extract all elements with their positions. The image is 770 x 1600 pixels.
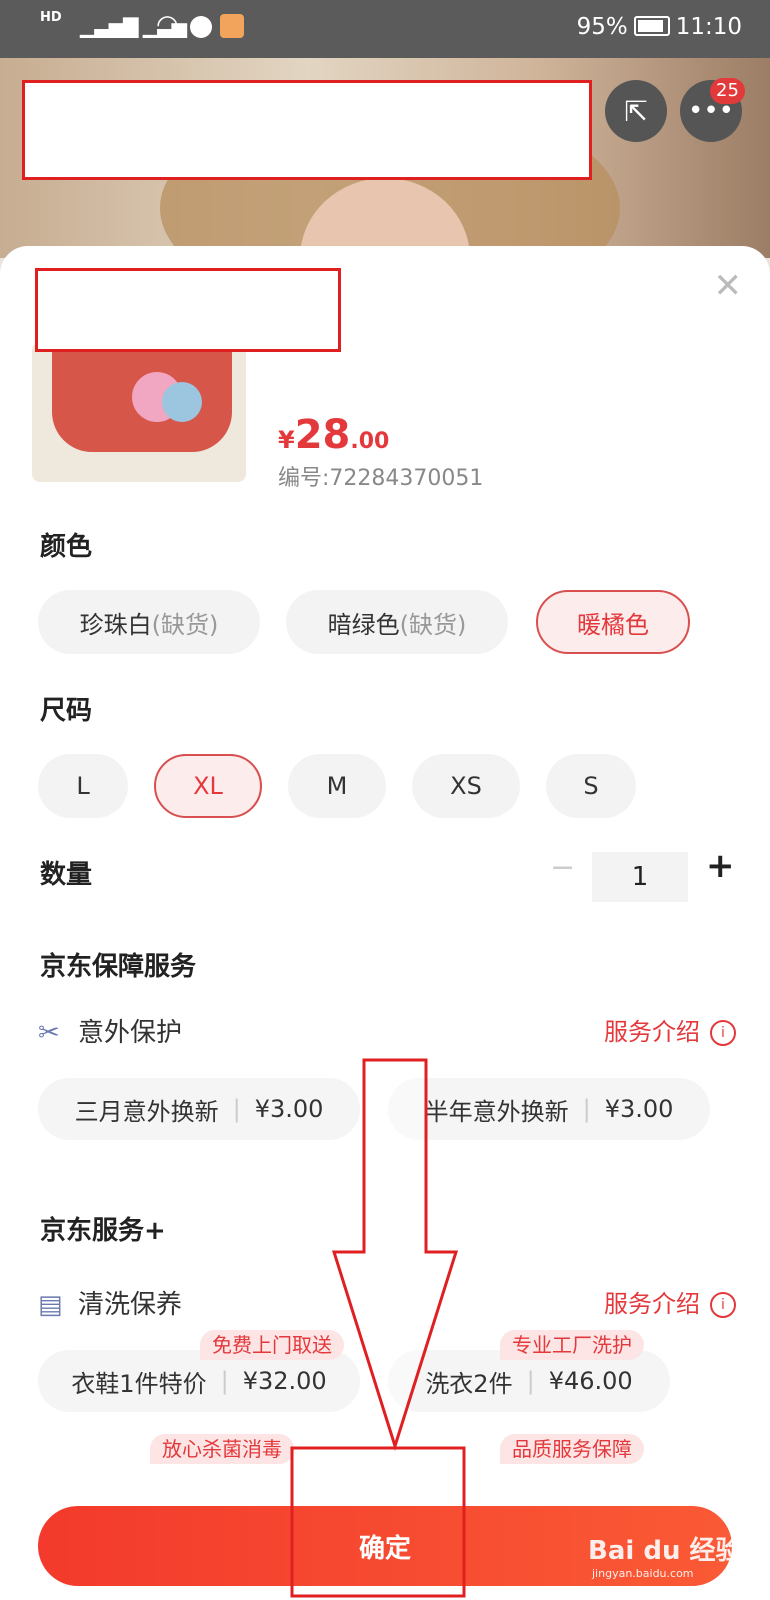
size-option-s[interactable]: S bbox=[546, 754, 636, 818]
clipboard-icon: ▤ bbox=[38, 1290, 63, 1320]
accident-protection-row: ✂ 意外保护 bbox=[38, 1018, 183, 1048]
jd-guarantee-title: 京东保障服务 bbox=[40, 952, 197, 982]
message-badge: 25 bbox=[710, 78, 745, 104]
guarantee-intro-link[interactable]: 服务介绍 i bbox=[604, 1012, 736, 1047]
share-icon: ⇱ bbox=[624, 94, 648, 128]
share-button[interactable]: ⇱ bbox=[605, 80, 667, 142]
tools-icon: ✂ bbox=[38, 1018, 60, 1048]
battery-percent: 95% bbox=[576, 14, 628, 40]
size-option-l[interactable]: L bbox=[38, 754, 128, 818]
redacted-title-area bbox=[35, 268, 341, 352]
guarantee-option-halfyear[interactable]: 半年意外换新 | ¥3.00 bbox=[388, 1078, 710, 1140]
app-notification-icon-2 bbox=[220, 14, 244, 38]
app-notification-icon bbox=[190, 16, 212, 38]
promo-tag: 专业工厂洗护 bbox=[500, 1330, 644, 1360]
info-icon: i bbox=[710, 1020, 736, 1046]
color-option-dark-green[interactable]: 暗绿色 (缺货) bbox=[286, 590, 508, 654]
size-option-xs[interactable]: XS bbox=[412, 754, 520, 818]
service-plus-intro-link[interactable]: 服务介绍 i bbox=[604, 1284, 736, 1319]
sku-selection-sheet: ✕ ¥28.00 编号:72284370051 颜色 珍珠白 (缺货) 暗绿色 (缺… bbox=[0, 246, 770, 1600]
promo-tag: 品质服务保障 bbox=[500, 1434, 644, 1464]
guarantee-option-3month[interactable]: 三月意外换新 | ¥3.00 bbox=[38, 1078, 360, 1140]
jd-service-plus-title: 京东服务+ bbox=[40, 1216, 166, 1246]
sim-status: HD bbox=[40, 8, 62, 27]
print-shape-2 bbox=[162, 382, 202, 422]
hd-label: HD bbox=[40, 10, 62, 25]
size-option-m[interactable]: M bbox=[288, 754, 386, 818]
color-section-title: 颜色 bbox=[40, 532, 93, 562]
clock: 11:10 bbox=[675, 14, 742, 40]
color-option-warm-orange[interactable]: 暖橘色 bbox=[536, 590, 690, 654]
wifi-icon: ◠ bbox=[156, 10, 179, 40]
size-section-title: 尺码 bbox=[40, 696, 93, 726]
quantity-input[interactable]: 1 bbox=[592, 852, 688, 902]
status-bar: HD ▁▃▅▇ ▁▃▅ ◠ 95% 11:10 bbox=[0, 0, 770, 58]
product-thumbnail bbox=[32, 342, 246, 482]
promo-tag: 放心杀菌消毒 bbox=[150, 1434, 294, 1464]
redacted-header-area bbox=[22, 80, 592, 180]
product-price: ¥28.00 bbox=[278, 412, 390, 458]
sku-number: 编号:72284370051 bbox=[278, 466, 484, 491]
size-option-xl[interactable]: XL bbox=[154, 754, 262, 818]
baidu-watermark: Bai du 经验 jingyan.baidu.com bbox=[588, 1536, 742, 1580]
promo-tag: 免费上门取送 bbox=[200, 1330, 344, 1360]
status-right: 95% 11:10 bbox=[577, 14, 742, 40]
quantity-increase-button[interactable]: + bbox=[706, 846, 735, 886]
color-option-pearl-white[interactable]: 珍珠白 (缺货) bbox=[38, 590, 260, 654]
info-icon: i bbox=[710, 1292, 736, 1318]
battery-icon bbox=[633, 15, 670, 36]
cleaning-service-row: ▤ 清洗保养 bbox=[38, 1290, 183, 1320]
quantity-decrease-button[interactable]: − bbox=[550, 850, 575, 885]
quantity-section-title: 数量 bbox=[40, 860, 93, 890]
close-icon[interactable]: ✕ bbox=[714, 266, 743, 306]
